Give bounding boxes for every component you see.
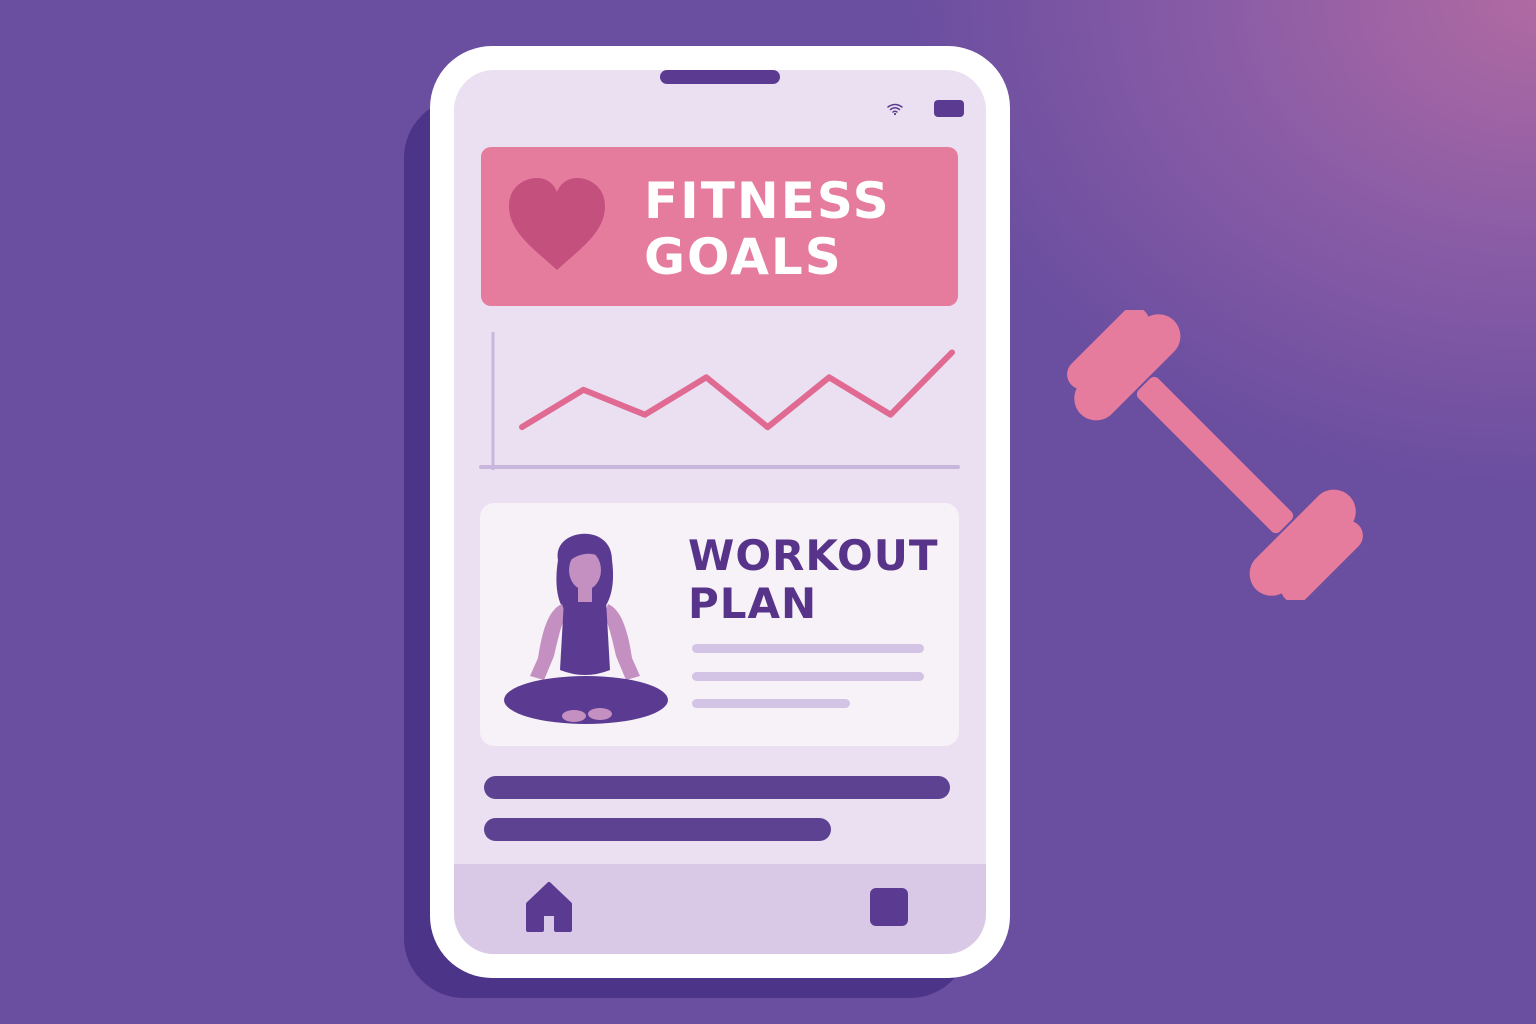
workout-title-line1: WORKOUT [688,531,939,580]
meditating-person-illustration [504,533,668,724]
banner-title-line2: GOALS [644,228,843,286]
content-placeholder-bar [484,776,950,799]
square-icon[interactable] [870,888,908,926]
home-icon[interactable] [522,878,576,934]
text-placeholder-line [692,672,924,681]
content-placeholder-bar [484,818,831,841]
workout-title-line2: PLAN [688,579,818,628]
chart-series-line [519,349,955,431]
workout-plan-title: WORKOUT PLAN [688,532,948,628]
progress-chart [479,332,960,470]
wifi-icon [887,103,903,116]
banner-title-line1: FITNESS [644,172,891,230]
banner-title: FITNESS GOALS [644,173,944,285]
heart-icon [509,178,605,270]
phone-speaker [660,70,780,84]
battery-icon [934,100,964,117]
text-placeholder-line [692,699,850,708]
dumbbell-icon [1067,310,1363,600]
text-placeholder-line [692,644,924,653]
